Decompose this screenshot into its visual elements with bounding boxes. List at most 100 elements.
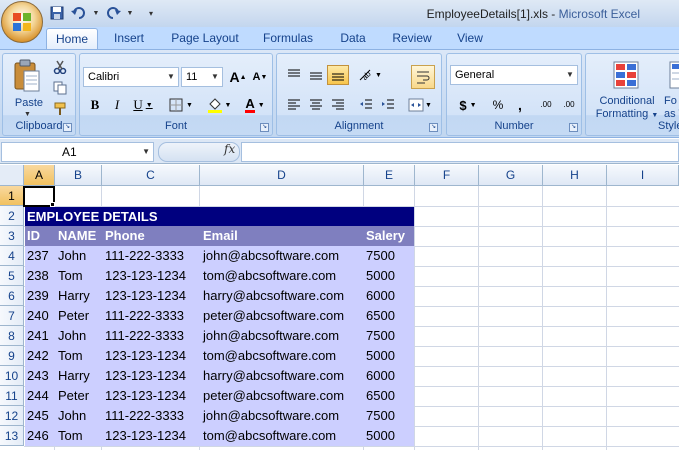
worksheet-grid[interactable]: A B C D E F G H I 1 2 3 4 5 6 7 8 9 10 1… (0, 165, 679, 450)
column-header-i[interactable]: I (607, 165, 679, 186)
row-header-12[interactable]: 12 (0, 406, 24, 426)
cut-icon[interactable] (49, 57, 71, 77)
cell-salary[interactable]: 7500 (366, 406, 395, 426)
paste-button[interactable]: Paste ▼ (9, 57, 45, 118)
cell-phone[interactable]: 123-123-1234 (105, 266, 186, 286)
cell-email[interactable]: tom@abcsoftware.com (203, 266, 336, 286)
cell-email[interactable]: john@abcsoftware.com (203, 406, 339, 426)
tab-review[interactable]: Review (385, 28, 439, 49)
cell-email[interactable]: peter@abcsoftware.com (203, 306, 344, 326)
cell-phone[interactable]: 123-123-1234 (105, 426, 186, 446)
cell-phone[interactable]: 111-222-3333 (105, 246, 184, 266)
column-header-g[interactable]: G (479, 165, 543, 186)
cell-name[interactable]: Harry (58, 286, 90, 306)
row-header-13[interactable]: 13 (0, 426, 24, 446)
cell-id[interactable]: 245 (27, 406, 49, 426)
number-launcher-icon[interactable]: ↘ (569, 123, 578, 132)
cell-name[interactable]: Peter (58, 386, 89, 406)
column-header-c[interactable]: C (102, 165, 200, 186)
align-top-icon[interactable] (283, 65, 305, 85)
cell-id[interactable]: 244 (27, 386, 49, 406)
underline-button[interactable]: U ▼ (128, 95, 158, 115)
column-header-a[interactable]: A (24, 165, 55, 186)
currency-button[interactable]: $ ▼ (453, 95, 483, 115)
employee-table-title[interactable]: EMPLOYEE DETAILS (25, 207, 414, 226)
cell-email[interactable]: john@abcsoftware.com (203, 246, 339, 266)
cell-phone[interactable]: 123-123-1234 (105, 286, 186, 306)
cell-id[interactable]: 242 (27, 346, 49, 366)
decrease-indent-icon[interactable] (355, 95, 377, 115)
row-header-3[interactable]: 3 (0, 226, 24, 246)
row-header-8[interactable]: 8 (0, 326, 24, 346)
cell-id[interactable]: 238 (27, 266, 49, 286)
cell-email[interactable]: tom@abcsoftware.com (203, 346, 336, 366)
cell-id[interactable]: 237 (27, 246, 49, 266)
cell-salary[interactable]: 6000 (366, 366, 395, 386)
tab-data[interactable]: Data (331, 28, 375, 49)
font-color-button[interactable]: A ▼ (240, 95, 270, 115)
column-header-b[interactable]: B (55, 165, 102, 186)
cell-id[interactable]: 246 (27, 426, 49, 446)
orientation-button[interactable]: ab ▼ (355, 65, 385, 85)
cell-name[interactable]: Tom (58, 426, 83, 446)
fill-handle[interactable] (50, 202, 55, 207)
grow-font-button[interactable]: A ▲ (227, 67, 249, 87)
office-button[interactable] (1, 1, 43, 43)
wrap-text-icon[interactable] (411, 65, 435, 89)
cell-name[interactable]: John (58, 246, 86, 266)
cell-phone[interactable]: 123-123-1234 (105, 346, 186, 366)
name-box[interactable]: A1 ▼ (1, 142, 154, 162)
comma-button[interactable]: , (509, 95, 531, 115)
cell-name[interactable]: John (58, 406, 86, 426)
align-center-icon[interactable] (305, 95, 327, 115)
cell-name[interactable]: Peter (58, 306, 89, 326)
bold-button[interactable]: B (84, 95, 106, 115)
cell-salary[interactable]: 7500 (366, 246, 395, 266)
row-header-2[interactable]: 2 (0, 206, 24, 226)
font-launcher-icon[interactable]: ↘ (260, 123, 269, 132)
tab-view[interactable]: View (448, 28, 492, 49)
format-as-table-button[interactable]: Fo as T (664, 56, 679, 120)
tab-formulas[interactable]: Formulas (257, 28, 319, 49)
cell-phone[interactable]: 111-222-3333 (105, 306, 184, 326)
cell-phone[interactable]: 123-123-1234 (105, 386, 186, 406)
percent-button[interactable]: % (487, 95, 509, 115)
row-header-11[interactable]: 11 (0, 386, 24, 406)
cell-phone[interactable]: 111-222-3333 (105, 326, 184, 346)
copy-icon[interactable] (49, 78, 71, 98)
alignment-launcher-icon[interactable]: ↘ (429, 123, 438, 132)
header-name[interactable]: NAME (58, 226, 96, 246)
align-left-icon[interactable] (283, 95, 305, 115)
font-name-select[interactable]: Calibri ▼ (83, 67, 179, 87)
row-header-1[interactable]: 1 (0, 186, 24, 206)
column-header-h[interactable]: H (543, 165, 607, 186)
cell-salary[interactable]: 5000 (366, 346, 395, 366)
insert-function-button[interactable]: fx (224, 142, 235, 156)
cell-name[interactable]: John (58, 326, 86, 346)
column-header-f[interactable]: F (415, 165, 479, 186)
cell-salary[interactable]: 6000 (366, 286, 395, 306)
column-header-e[interactable]: E (364, 165, 415, 186)
formula-input[interactable] (241, 142, 679, 162)
cell-name[interactable]: Harry (58, 366, 90, 386)
cell-id[interactable]: 239 (27, 286, 49, 306)
cell-phone[interactable]: 123-123-1234 (105, 366, 186, 386)
shrink-font-button[interactable]: A ▼ (249, 67, 271, 87)
merge-center-button[interactable]: ▼ (405, 95, 435, 115)
align-bottom-icon[interactable] (327, 65, 349, 85)
cell-salary[interactable]: 7500 (366, 326, 395, 346)
format-painter-icon[interactable] (49, 99, 71, 119)
column-header-d[interactable]: D (200, 165, 364, 186)
tab-page-layout[interactable]: Page Layout (163, 28, 247, 49)
row-header-6[interactable]: 6 (0, 286, 24, 306)
cell-email[interactable]: harry@abcsoftware.com (203, 366, 344, 386)
cell-id[interactable]: 243 (27, 366, 49, 386)
cell-email[interactable]: tom@abcsoftware.com (203, 426, 336, 446)
header-email[interactable]: Email (203, 226, 238, 246)
tab-home[interactable]: Home (46, 28, 98, 49)
cell-name[interactable]: Tom (58, 346, 83, 366)
cell-salary[interactable]: 6500 (366, 386, 395, 406)
decrease-decimal-button[interactable]: .00 (558, 95, 580, 115)
cell-salary[interactable]: 5000 (366, 266, 395, 286)
header-phone[interactable]: Phone (105, 226, 145, 246)
